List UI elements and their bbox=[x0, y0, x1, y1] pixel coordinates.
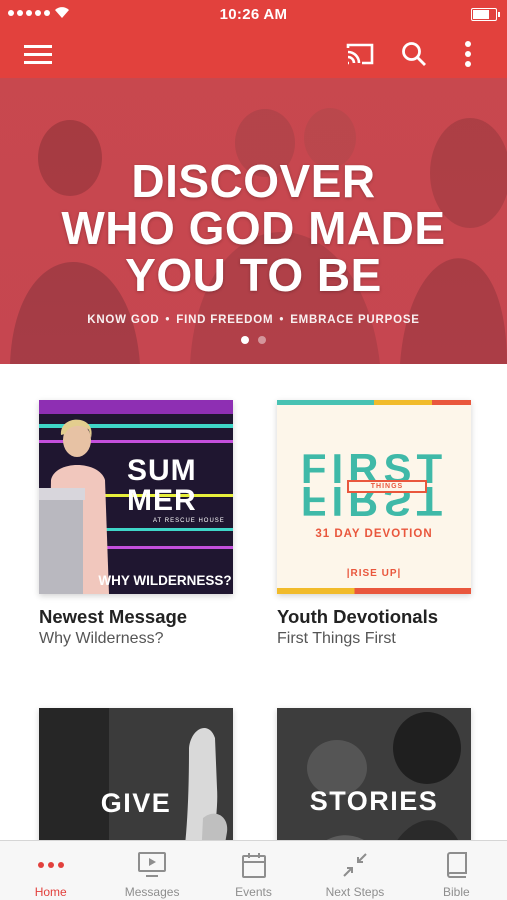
arrows-collapse-icon bbox=[304, 851, 405, 879]
tab-label: Next Steps bbox=[325, 885, 385, 899]
tab-bible[interactable]: Bible bbox=[406, 841, 507, 900]
carousel-page-indicator[interactable] bbox=[0, 336, 507, 344]
bottom-tab-bar: Home Messages Events Next Steps Bible bbox=[0, 840, 507, 900]
card-title: Youth Devotionals bbox=[277, 606, 439, 627]
summer-art-line-2: MER bbox=[127, 484, 197, 517]
status-bar: 10:26 AM bbox=[0, 0, 507, 30]
card-title: Newest Message bbox=[39, 606, 188, 627]
hero-tagline: KNOW GOD • FIND FREEDOM • EMBRACE PURPOSE bbox=[0, 314, 507, 326]
tagline-embrace-purpose: EMBRACE PURPOSE bbox=[290, 314, 420, 326]
first-art-rise-up: |RISE UP| bbox=[346, 568, 402, 579]
hero-title-line-1: DISCOVER bbox=[131, 155, 376, 207]
card-subtitle: Why Wilderness? bbox=[39, 630, 164, 647]
cast-icon[interactable] bbox=[340, 34, 380, 74]
tab-messages[interactable]: Messages bbox=[101, 841, 202, 900]
hero-title-line-3: YOU TO BE bbox=[125, 249, 382, 301]
app-bar bbox=[0, 30, 507, 78]
tagline-know-god: KNOW GOD bbox=[87, 314, 160, 326]
card-newest-message[interactable]: SUM MER AT RESCUE HOUSE WHY WILDERNESS? … bbox=[39, 400, 233, 648]
tab-home[interactable]: Home bbox=[0, 841, 101, 900]
status-time: 10:26 AM bbox=[219, 6, 288, 23]
artwork-top-stripe bbox=[277, 400, 471, 405]
first-art-things-label: THINGS bbox=[347, 480, 427, 493]
hero-title: DISCOVER WHO GOD MADE YOU TO BE bbox=[0, 158, 507, 299]
tagline-separator: • bbox=[279, 314, 285, 326]
page-dot-2[interactable] bbox=[258, 336, 266, 344]
first-things-artwork[interactable]: FIRST FIRST THINGS 31 DAY DEVOTION |RISE… bbox=[277, 400, 471, 594]
tab-label: Bible bbox=[442, 885, 470, 899]
card-subtitle: First Things First bbox=[277, 630, 396, 647]
artwork-bottom-stripe bbox=[277, 588, 471, 594]
battery-icon bbox=[471, 8, 500, 21]
tab-next-steps[interactable]: Next Steps bbox=[304, 841, 405, 900]
more-vertical-icon[interactable] bbox=[448, 34, 488, 74]
calendar-icon bbox=[203, 851, 304, 879]
hero-banner[interactable]: DISCOVER WHO GOD MADE YOU TO BE KNOW GOD… bbox=[0, 78, 507, 364]
summer-art-banner: WHY WILDERNESS? bbox=[98, 573, 232, 588]
give-art-word: GIVE bbox=[100, 788, 172, 818]
dots-icon bbox=[0, 851, 101, 879]
first-art-subtitle: 31 DAY DEVOTION bbox=[315, 528, 433, 540]
search-icon[interactable] bbox=[394, 34, 434, 74]
tab-label: Messages bbox=[124, 885, 180, 899]
tagline-separator: • bbox=[165, 314, 171, 326]
hero-title-line-2: WHO GOD MADE bbox=[61, 202, 446, 254]
tab-events[interactable]: Events bbox=[203, 841, 304, 900]
summer-series-artwork[interactable]: SUM MER AT RESCUE HOUSE WHY WILDERNESS? bbox=[39, 400, 233, 594]
card-youth-devotionals[interactable]: FIRST FIRST THINGS 31 DAY DEVOTION |RISE… bbox=[277, 400, 471, 648]
tab-label: Home bbox=[34, 885, 67, 899]
tagline-find-freedom: FIND FREEDOM bbox=[176, 314, 274, 326]
summer-art-subline: AT RESCUE HOUSE bbox=[153, 518, 225, 524]
video-play-icon bbox=[101, 851, 202, 879]
tab-label: Events bbox=[235, 885, 272, 899]
book-icon bbox=[406, 851, 507, 879]
stories-art-word: STORIES bbox=[309, 786, 439, 816]
hamburger-menu-icon[interactable] bbox=[18, 34, 58, 74]
page-dot-1[interactable] bbox=[241, 336, 249, 344]
summer-art-line-1: SUM bbox=[127, 454, 197, 487]
